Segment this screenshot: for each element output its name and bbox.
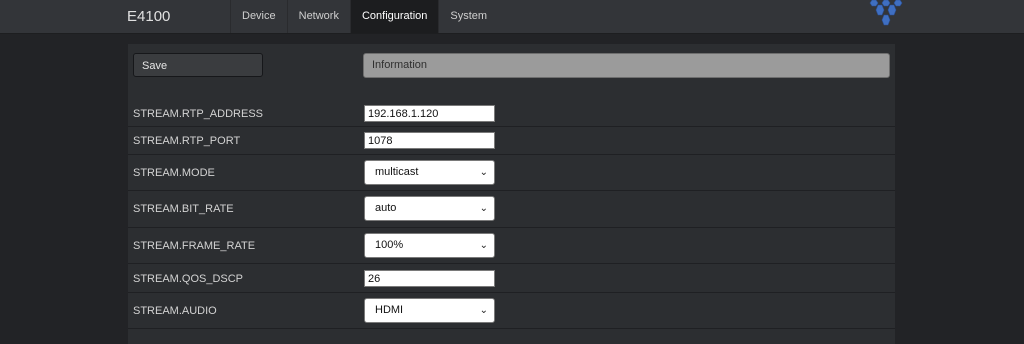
select-value: 100% <box>375 239 404 251</box>
configuration-panel: Save Information STREAM.RTP_ADDRESS STRE… <box>128 44 895 344</box>
tab-device[interactable]: Device <box>230 0 287 33</box>
settings-list: STREAM.RTP_ADDRESS STREAM.RTP_PORT STREA… <box>128 100 895 329</box>
qos-dscp-input[interactable] <box>364 270 495 287</box>
select-value: auto <box>375 202 397 214</box>
setting-label: STREAM.QOS_DSCP <box>133 273 244 285</box>
app-title: E4100 <box>127 8 171 25</box>
rtp-port-input[interactable] <box>364 132 495 149</box>
tab-configuration[interactable]: Configuration <box>349 0 439 33</box>
setting-label: STREAM.FRAME_RATE <box>133 240 256 252</box>
information-bar: Information <box>363 53 890 78</box>
setting-label: STREAM.RTP_ADDRESS <box>133 108 263 120</box>
chevron-down-icon: ⌄ <box>479 305 488 316</box>
top-navbar: E4100 Device Network Configuration Syste… <box>0 0 1024 34</box>
audio-select[interactable]: HDMI ⌄ <box>364 298 495 323</box>
chevron-down-icon: ⌄ <box>479 167 488 178</box>
setting-row-qos-dscp: STREAM.QOS_DSCP <box>128 264 895 293</box>
chevron-down-icon: ⌄ <box>479 203 488 214</box>
setting-label: STREAM.RTP_PORT <box>133 135 241 147</box>
setting-label: STREAM.MODE <box>133 167 215 179</box>
setting-row-frame-rate: STREAM.FRAME_RATE 100% ⌄ <box>128 228 895 264</box>
frame-rate-select[interactable]: 100% ⌄ <box>364 233 495 258</box>
hexagon-cluster-logo-icon <box>869 0 903 26</box>
setting-row-bit-rate: STREAM.BIT_RATE auto ⌄ <box>128 191 895 228</box>
setting-row-rtp-port: STREAM.RTP_PORT <box>128 127 895 155</box>
select-value: HDMI <box>375 304 404 316</box>
setting-row-audio: STREAM.AUDIO HDMI ⌄ <box>128 293 895 329</box>
tab-network[interactable]: Network <box>286 0 350 33</box>
mode-select[interactable]: multicast ⌄ <box>364 160 495 185</box>
setting-label: STREAM.BIT_RATE <box>133 203 234 215</box>
chevron-down-icon: ⌄ <box>479 240 488 251</box>
setting-label: STREAM.AUDIO <box>133 305 217 317</box>
select-value: multicast <box>375 166 419 178</box>
bit-rate-select[interactable]: auto ⌄ <box>364 196 495 221</box>
setting-row-mode: STREAM.MODE multicast ⌄ <box>128 155 895 191</box>
toolbar: Save Information <box>128 44 895 88</box>
rtp-address-input[interactable] <box>364 105 495 122</box>
save-button[interactable]: Save <box>133 53 263 77</box>
tab-system[interactable]: System <box>438 0 498 33</box>
setting-row-rtp-address: STREAM.RTP_ADDRESS <box>128 100 895 127</box>
main-nav: Device Network Configuration System <box>230 0 498 33</box>
